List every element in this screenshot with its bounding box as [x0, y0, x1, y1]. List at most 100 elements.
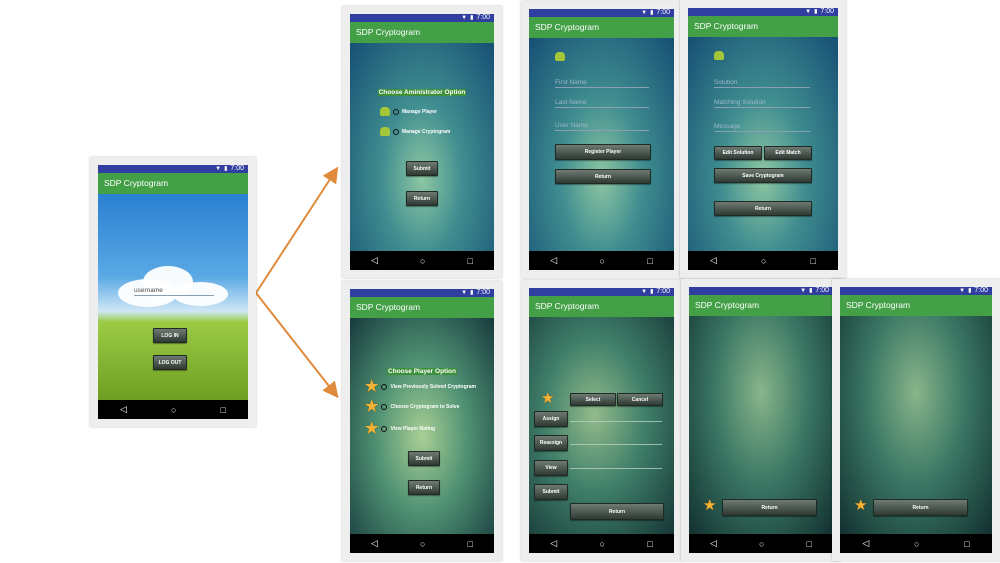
radio-button[interactable]: [381, 383, 388, 390]
recent-icon[interactable]: □: [468, 539, 473, 549]
edit-solution-button[interactable]: Edit Solution: [714, 146, 762, 160]
reassign-input-line[interactable]: [570, 444, 662, 445]
cancel-button[interactable]: Cancel: [617, 393, 663, 406]
view-button[interactable]: View: [534, 460, 568, 476]
return-button[interactable]: Return: [722, 499, 817, 516]
return-button[interactable]: Return: [714, 201, 812, 216]
battery-icon: ▮: [470, 290, 474, 296]
submit-button[interactable]: Submit: [534, 484, 568, 500]
view-input-line[interactable]: [570, 468, 662, 469]
radio-button[interactable]: [393, 128, 399, 135]
nav-bar: ◁ ○ □: [529, 534, 674, 553]
back-icon[interactable]: ◁: [710, 255, 717, 266]
user-name-field[interactable]: User Name: [555, 122, 649, 131]
home-icon[interactable]: ○: [759, 539, 764, 549]
home-icon[interactable]: ○: [420, 539, 425, 549]
back-icon[interactable]: ◁: [710, 538, 717, 549]
wifi-icon: ▼: [461, 15, 468, 21]
recent-icon[interactable]: □: [221, 405, 226, 415]
register-screen-frame: ▼ ▮ 7:00 SDP Cryptogram First Name Last Na…: [521, 1, 682, 278]
assign-input-line[interactable]: [570, 421, 662, 422]
assign-button[interactable]: Assign: [534, 411, 568, 427]
android-icon: [714, 51, 724, 60]
battery-icon: ▮: [650, 10, 654, 16]
recent-icon[interactable]: □: [964, 539, 969, 549]
option-label: Manage Player: [402, 108, 438, 115]
edit-match-button[interactable]: Edit Match: [764, 146, 812, 160]
star-icon: ★: [541, 390, 555, 407]
recent-icon[interactable]: □: [468, 256, 473, 266]
home-icon[interactable]: ○: [420, 256, 425, 266]
star-icon: ★: [854, 497, 868, 514]
register-player-button[interactable]: Register Player: [555, 144, 651, 160]
radio-button[interactable]: [381, 425, 388, 432]
save-cryptogram-button[interactable]: Save Cryptogram: [714, 168, 812, 183]
matching-solution-field[interactable]: Matching Solution: [714, 99, 810, 108]
manage-cryptogram-option[interactable]: Manage Cryptogram: [380, 127, 450, 136]
submit-button[interactable]: Submit: [406, 161, 438, 176]
status-bar: ▼ ▮ 7:00: [350, 14, 494, 22]
battery-icon: ▮: [968, 288, 972, 294]
arrow-to-admin: [255, 166, 339, 294]
option-label: View Player Rating: [390, 425, 436, 432]
status-bar: ▼ ▮ 7:00: [689, 287, 833, 295]
solution-field[interactable]: Solution: [714, 79, 810, 88]
list-2-content: ★ Return: [840, 316, 992, 534]
view-solved-option[interactable]: ★ View Previously Solved Cryptogram: [365, 379, 476, 394]
back-icon[interactable]: ◁: [550, 538, 557, 549]
login-button[interactable]: LOG IN: [153, 328, 187, 343]
manage-player-option[interactable]: Manage Player: [380, 107, 437, 116]
app-title: SDP Cryptogram: [688, 16, 838, 37]
home-icon[interactable]: ○: [600, 539, 605, 549]
solve-screen: ▼ ▮ 7:00 SDP Cryptogram ★ Select Cancel As…: [529, 288, 674, 553]
first-name-field[interactable]: First Name: [555, 79, 649, 88]
return-button[interactable]: Return: [408, 480, 440, 495]
choose-cryptogram-option[interactable]: ★ Choose Cryptogram to Solve: [365, 399, 459, 414]
submit-button[interactable]: Submit: [408, 451, 440, 466]
nav-bar: ◁ ○ □: [689, 534, 833, 553]
return-button[interactable]: Return: [570, 503, 664, 520]
option-label: View Previously Solved Cryptogram: [390, 383, 476, 390]
status-time: 7:00: [974, 287, 988, 294]
recent-icon[interactable]: □: [807, 539, 812, 549]
status-bar: ▼ ▮ 7:00: [529, 288, 674, 296]
recent-icon[interactable]: □: [647, 539, 652, 549]
register-content: First Name Last Name User Name Register …: [529, 38, 674, 251]
recent-icon[interactable]: □: [647, 256, 652, 266]
back-icon[interactable]: ◁: [120, 404, 127, 415]
wifi-icon: ▼: [641, 10, 648, 16]
return-button[interactable]: Return: [555, 169, 651, 184]
home-icon[interactable]: ○: [761, 256, 766, 266]
username-field[interactable]: username: [134, 287, 214, 296]
admin-content: Choose Aministrator Option Manage Player…: [350, 43, 494, 251]
view-rating-option[interactable]: ★ View Player Rating: [365, 421, 435, 436]
player-content: Choose Player Option ★ View Previously So…: [350, 318, 494, 534]
home-icon[interactable]: ○: [171, 405, 176, 415]
message-field[interactable]: Message: [714, 123, 810, 132]
recent-icon[interactable]: □: [811, 256, 816, 266]
status-bar: ▼ ▮ 7:00: [840, 287, 992, 295]
reassign-button[interactable]: Reassign: [534, 435, 568, 451]
app-title: SDP Cryptogram: [350, 297, 494, 318]
login-screen: ▼ ▮ 7:00 SDP Cryptogram username LOG IN LO…: [98, 165, 248, 419]
back-icon[interactable]: ◁: [371, 255, 378, 266]
status-time: 7:00: [656, 9, 670, 16]
nav-bar: ◁ ○ □: [350, 534, 494, 553]
radio-button[interactable]: [381, 403, 388, 410]
return-button[interactable]: Return: [406, 191, 438, 206]
back-icon[interactable]: ◁: [371, 538, 378, 549]
nav-bar: ◁ ○ □: [688, 251, 838, 270]
back-icon[interactable]: ◁: [862, 538, 869, 549]
status-time: 7:00: [815, 287, 829, 294]
back-icon[interactable]: ◁: [550, 255, 557, 266]
radio-button[interactable]: [393, 108, 399, 115]
logout-button[interactable]: LOG OUT: [153, 355, 187, 370]
nav-bar: ◁ ○ □: [350, 251, 494, 270]
solve-screen-frame: ▼ ▮ 7:00 SDP Cryptogram ★ Select Cancel As…: [521, 280, 682, 561]
home-icon[interactable]: ○: [914, 539, 919, 549]
return-button[interactable]: Return: [873, 499, 968, 516]
last-name-field[interactable]: Last Name: [555, 99, 649, 108]
select-button[interactable]: Select: [570, 393, 616, 406]
home-icon[interactable]: ○: [600, 256, 605, 266]
app-title: SDP Cryptogram: [529, 17, 674, 38]
